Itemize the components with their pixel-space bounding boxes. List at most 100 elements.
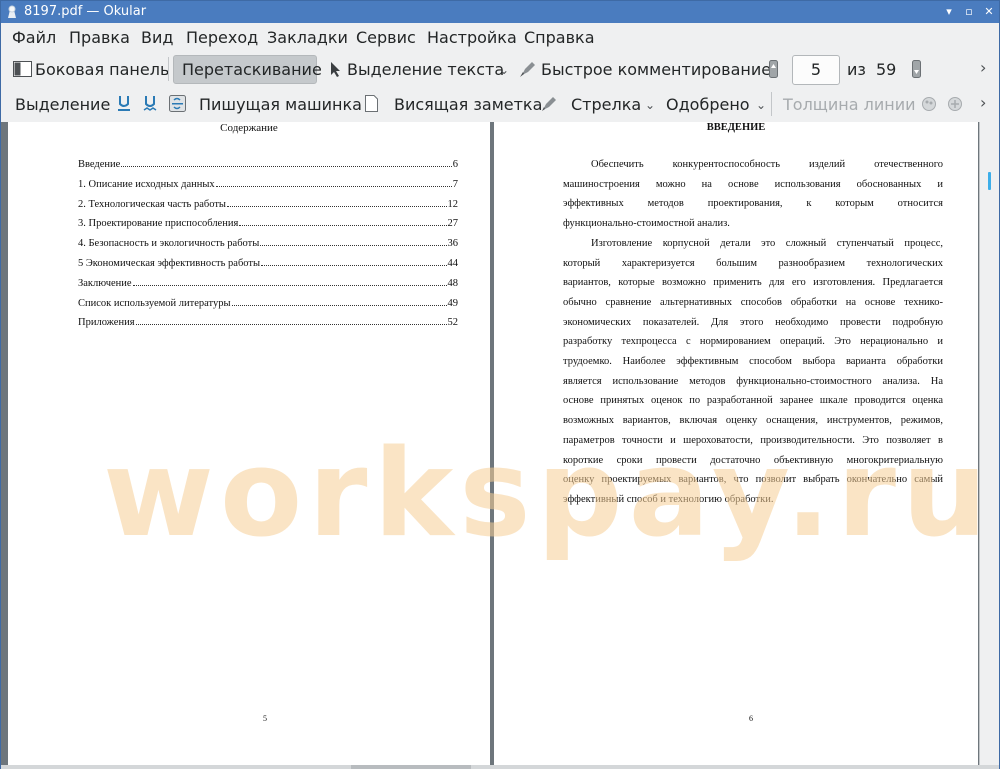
toc-entry-page: 36 [447, 238, 459, 250]
drag-tool-label: Перетаскивание [182, 60, 322, 79]
intro-line: который характеризуется большим разнообр… [563, 257, 943, 269]
quick-annotation-button[interactable]: Быстрое комментирование [541, 60, 771, 79]
arrow-chevron-down-icon[interactable]: ⌄ [645, 98, 655, 112]
okular-app-icon [8, 5, 16, 18]
highlighter-icon [520, 62, 535, 77]
toc-entry-label: Заключение [78, 277, 132, 289]
intro-line: эффективных методов проектирования, к ко… [563, 198, 943, 210]
toc-leader-dots [135, 324, 447, 326]
scrollbar-thumb[interactable] [988, 172, 991, 190]
toc-entry-label: 5 Экономическая эффективность работы [78, 258, 261, 269]
toc-entry[interactable]: Список используемой литературы 49 [78, 298, 458, 309]
title-bar[interactable]: 8197.pdf — Okular ▾ ▫ ✕ [1, 1, 999, 23]
annotation-toolbar: Выделение Пишущая машинка Висящая заметк… [1, 87, 999, 121]
page-down-icon[interactable] [912, 60, 921, 78]
page-5: Содержание Введение 6 1. Описание исходных… [8, 122, 490, 765]
main-toolbar: Боковая панель Перетаскивание Выделение … [1, 52, 999, 86]
toc-entry-page: 6 [452, 159, 458, 170]
menu-bookmarks[interactable]: Закладки [267, 28, 348, 47]
toc-entry-page: 49 [447, 297, 459, 309]
stamp-approved-button[interactable]: Одобрено [666, 95, 750, 114]
close-button[interactable]: ✕ [981, 4, 997, 20]
typewriter-tool-button[interactable]: Пишущая машинка [199, 95, 362, 114]
page-up-icon[interactable] [769, 60, 778, 78]
okular-window: 8197.pdf — Okular ▾ ▫ ✕ Файл Правка Вид … [0, 0, 1000, 769]
sidebar-button[interactable]: Боковая панель [35, 60, 169, 79]
intro-line: эффективный способ и технологию обработк… [563, 493, 774, 505]
toc-entry[interactable]: 4. Безопасность и экологичность работы 36 [78, 238, 458, 249]
toc-entry-page: 27 [447, 218, 459, 230]
page-number-5: 5 [263, 714, 267, 723]
intro-line: машиностроения можно на основе использов… [563, 178, 943, 190]
toc-entry[interactable]: 1. Описание исходных данных 7 [78, 179, 458, 190]
toc-leader-dots [132, 284, 447, 286]
underline-icon[interactable] [117, 95, 131, 112]
pop-up-note-button[interactable]: Висящая заметка [394, 95, 542, 114]
line-width-button[interactable]: Толщина линии [783, 95, 916, 114]
intro-line: Обеспечить конкурентоспособность изделий… [591, 159, 943, 170]
document-view[interactable]: Содержание Введение 6 1. Описание исходных… [1, 122, 979, 765]
arrow-tool-button[interactable]: Стрелка [571, 95, 641, 114]
chevron-down-icon[interactable]: ⌄ [499, 63, 509, 77]
text-select-button[interactable]: Выделение текста [347, 60, 504, 79]
toc-leader-dots [261, 265, 447, 266]
menu-go[interactable]: Переход [186, 28, 258, 47]
menu-bar: Файл Правка Вид Переход Закладки Сервис … [1, 23, 999, 52]
intro-line: разработку техпроцесса с нормированием о… [563, 336, 943, 348]
intro-line: параметров точности и шероховатости, про… [563, 434, 943, 446]
page-number-6: 6 [749, 714, 753, 723]
vertical-scrollbar[interactable] [979, 122, 999, 765]
toc-leader-dots [239, 225, 447, 227]
menu-help[interactable]: Справка [524, 28, 595, 47]
toc-entry[interactable]: 3. Проектирование приспособления 27 [78, 218, 458, 229]
toc-entry-label: 2. Технологическая часть работы [78, 198, 226, 210]
toc-leader-dots [215, 185, 452, 187]
toolbar-separator [771, 92, 772, 116]
sidebar-icon [13, 61, 32, 77]
menu-view[interactable]: Вид [141, 28, 173, 47]
toc-entry-page: 48 [447, 277, 459, 289]
menu-edit[interactable]: Правка [69, 28, 130, 47]
toc-entry[interactable]: Введение 6 [78, 159, 458, 170]
toc-entry[interactable]: Заключение 48 [78, 278, 458, 289]
squiggly-underline-icon[interactable] [143, 95, 157, 112]
minimize-button[interactable]: ▾ [941, 4, 957, 20]
page-total-label: 59 [876, 60, 897, 79]
toolbar-overflow-icon[interactable]: › [980, 58, 986, 77]
intro-line: функционально-стоимостной анализ. [563, 218, 730, 230]
menu-file[interactable]: Файл [12, 28, 56, 47]
strikeout-icon[interactable] [169, 95, 186, 112]
toc-entry-page: 52 [447, 317, 459, 329]
selection-tool-button[interactable]: Выделение [15, 95, 110, 114]
intro-line: короткие сроки провести достаточно объек… [563, 454, 943, 466]
toc-entry[interactable]: 2. Технологическая часть работы 12 [78, 199, 458, 210]
stamp-chevron-down-icon[interactable]: ⌄ [756, 98, 766, 112]
intro-line: основе принятых оценок по разработанной … [563, 395, 943, 407]
toc-heading: Содержание [220, 122, 278, 134]
menu-settings[interactable]: Настройка [427, 28, 517, 47]
color-icon[interactable] [921, 96, 937, 112]
drag-tool-button[interactable]: Перетаскивание [173, 55, 322, 84]
opacity-icon[interactable] [947, 96, 963, 112]
hscrollbar-thumb[interactable] [351, 765, 471, 769]
intro-heading: ВВЕДЕНИЕ [706, 122, 766, 133]
toc-entry-page: 7 [452, 178, 458, 190]
toc-entry-page: 44 [447, 258, 459, 269]
page-number-input[interactable]: 5 [792, 55, 840, 85]
maximize-button[interactable]: ▫ [961, 4, 977, 20]
menu-tools[interactable]: Сервис [356, 28, 416, 47]
window-title: 8197.pdf — Okular [24, 4, 147, 19]
toc-entry-label: Введение [78, 159, 121, 170]
toc-entry[interactable]: Приложения 52 [78, 317, 458, 328]
horizontal-scrollbar[interactable] [1, 765, 999, 769]
freehand-line-icon [542, 97, 556, 111]
toolbar2-overflow-icon[interactable]: › [980, 93, 986, 112]
toc-entry-label: Приложения [78, 317, 135, 329]
intro-line: является использование методов функциона… [563, 375, 943, 387]
intro-line: Изготовление корпусной детали это сложны… [591, 237, 943, 249]
toc-entry[interactable]: 5 Экономическая эффективность работы 44 [78, 258, 458, 269]
note-icon [365, 95, 378, 112]
toc-entry-label: 3. Проектирование приспособления [78, 218, 239, 230]
toolbar-separator [168, 57, 169, 81]
page-6: ВВЕДЕНИЕ Обеспечить конкурентоспособност… [494, 122, 978, 765]
